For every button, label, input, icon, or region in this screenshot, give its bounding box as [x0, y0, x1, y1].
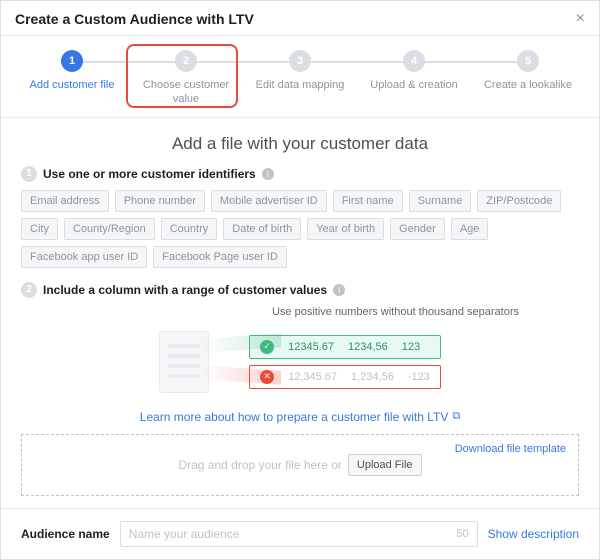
identifier-chip[interactable]: Facebook Page user ID [153, 246, 287, 268]
identifier-chip[interactable]: City [21, 218, 58, 240]
step-bubble: 4 [403, 50, 425, 72]
modal-footer: Audience name 50 Show description [1, 508, 599, 559]
modal: Create a Custom Audience with LTV × 1 Ad… [0, 0, 600, 560]
external-link-icon: ⧉ [452, 410, 460, 423]
close-icon[interactable]: × [576, 11, 585, 27]
identifier-chip[interactable]: Year of birth [307, 218, 384, 240]
audience-name-input[interactable] [129, 527, 457, 541]
bad-val: 12,345.67 [288, 371, 337, 383]
good-val: 12345.67 [288, 341, 334, 353]
value-hint: Use positive numbers without thousand se… [21, 306, 579, 318]
step-bubble: 2 [175, 50, 197, 72]
section-2-header: 2 Include a column with a range of custo… [21, 282, 579, 298]
step-label: Add customer file [30, 78, 115, 92]
bad-val: 1,234,56 [351, 371, 394, 383]
section-num-icon: 1 [21, 166, 37, 182]
page-title: Add a file with your customer data [21, 134, 579, 154]
identifier-chip[interactable]: Mobile advertiser ID [211, 190, 327, 212]
modal-body: Add a file with your customer data 1 Use… [1, 118, 599, 508]
good-val: 123 [402, 341, 420, 353]
identifier-chip[interactable]: County/Region [64, 218, 155, 240]
info-icon[interactable]: i [262, 168, 274, 180]
bad-val: -123 [408, 371, 430, 383]
step-bubble: 5 [517, 50, 539, 72]
identifier-chip[interactable]: Email address [21, 190, 109, 212]
info-icon[interactable]: i [333, 284, 345, 296]
good-val: 1234,56 [348, 341, 388, 353]
modal-title: Create a Custom Audience with LTV [15, 11, 254, 27]
step-2[interactable]: 2 Choose customer value [129, 50, 243, 107]
identifier-chip[interactable]: Surname [409, 190, 472, 212]
modal-header: Create a Custom Audience with LTV × [1, 1, 599, 36]
step-label: Upload & creation [370, 78, 457, 92]
download-template-link[interactable]: Download file template [455, 443, 566, 455]
identifier-chip[interactable]: ZIP/Postcode [477, 190, 561, 212]
identifier-chip[interactable]: Facebook app user ID [21, 246, 147, 268]
example-graphic: ✓ 12345.67 1234,56 123 ✕ 12,345.67 1,234… [21, 322, 579, 402]
identifier-chip[interactable]: Age [451, 218, 489, 240]
step-label: Create a lookalike [484, 78, 572, 92]
step-bubble: 3 [289, 50, 311, 72]
identifier-chip[interactable]: Country [161, 218, 218, 240]
step-3[interactable]: 3 Edit data mapping [243, 50, 357, 92]
identifier-chip[interactable]: First name [333, 190, 403, 212]
char-counter: 50 [456, 528, 468, 540]
audience-name-label: Audience name [21, 527, 110, 541]
stepper: 1 Add customer file 2 Choose customer va… [1, 36, 599, 118]
step-1[interactable]: 1 Add customer file [15, 50, 129, 92]
identifier-chip[interactable]: Gender [390, 218, 445, 240]
identifier-chip[interactable]: Phone number [115, 190, 205, 212]
identifier-chip[interactable]: Date of birth [223, 218, 301, 240]
learn-more-text: Learn more about how to prepare a custom… [140, 410, 449, 424]
section-1-header: 1 Use one or more customer identifiers i [21, 166, 579, 182]
section-label: Use one or more customer identifiers [43, 167, 256, 181]
section-label: Include a column with a range of custome… [43, 283, 327, 297]
upload-file-button[interactable]: Upload File [348, 454, 422, 476]
section-num-icon: 2 [21, 282, 37, 298]
audience-name-field[interactable]: 50 [120, 521, 478, 547]
drag-text: Drag and drop your file here or [178, 458, 341, 472]
learn-more-link[interactable]: Learn more about how to prepare a custom… [21, 410, 579, 424]
step-label: Edit data mapping [256, 78, 345, 92]
show-description-link[interactable]: Show description [488, 527, 579, 541]
step-label: Choose customer value [136, 78, 236, 107]
identifier-chips: Email address Phone number Mobile advertis… [21, 190, 579, 268]
step-bubble: 1 [61, 50, 83, 72]
step-5[interactable]: 5 Create a lookalike [471, 50, 585, 92]
file-dropzone[interactable]: Download file template Drag and drop you… [21, 434, 579, 496]
step-4[interactable]: 4 Upload & creation [357, 50, 471, 92]
